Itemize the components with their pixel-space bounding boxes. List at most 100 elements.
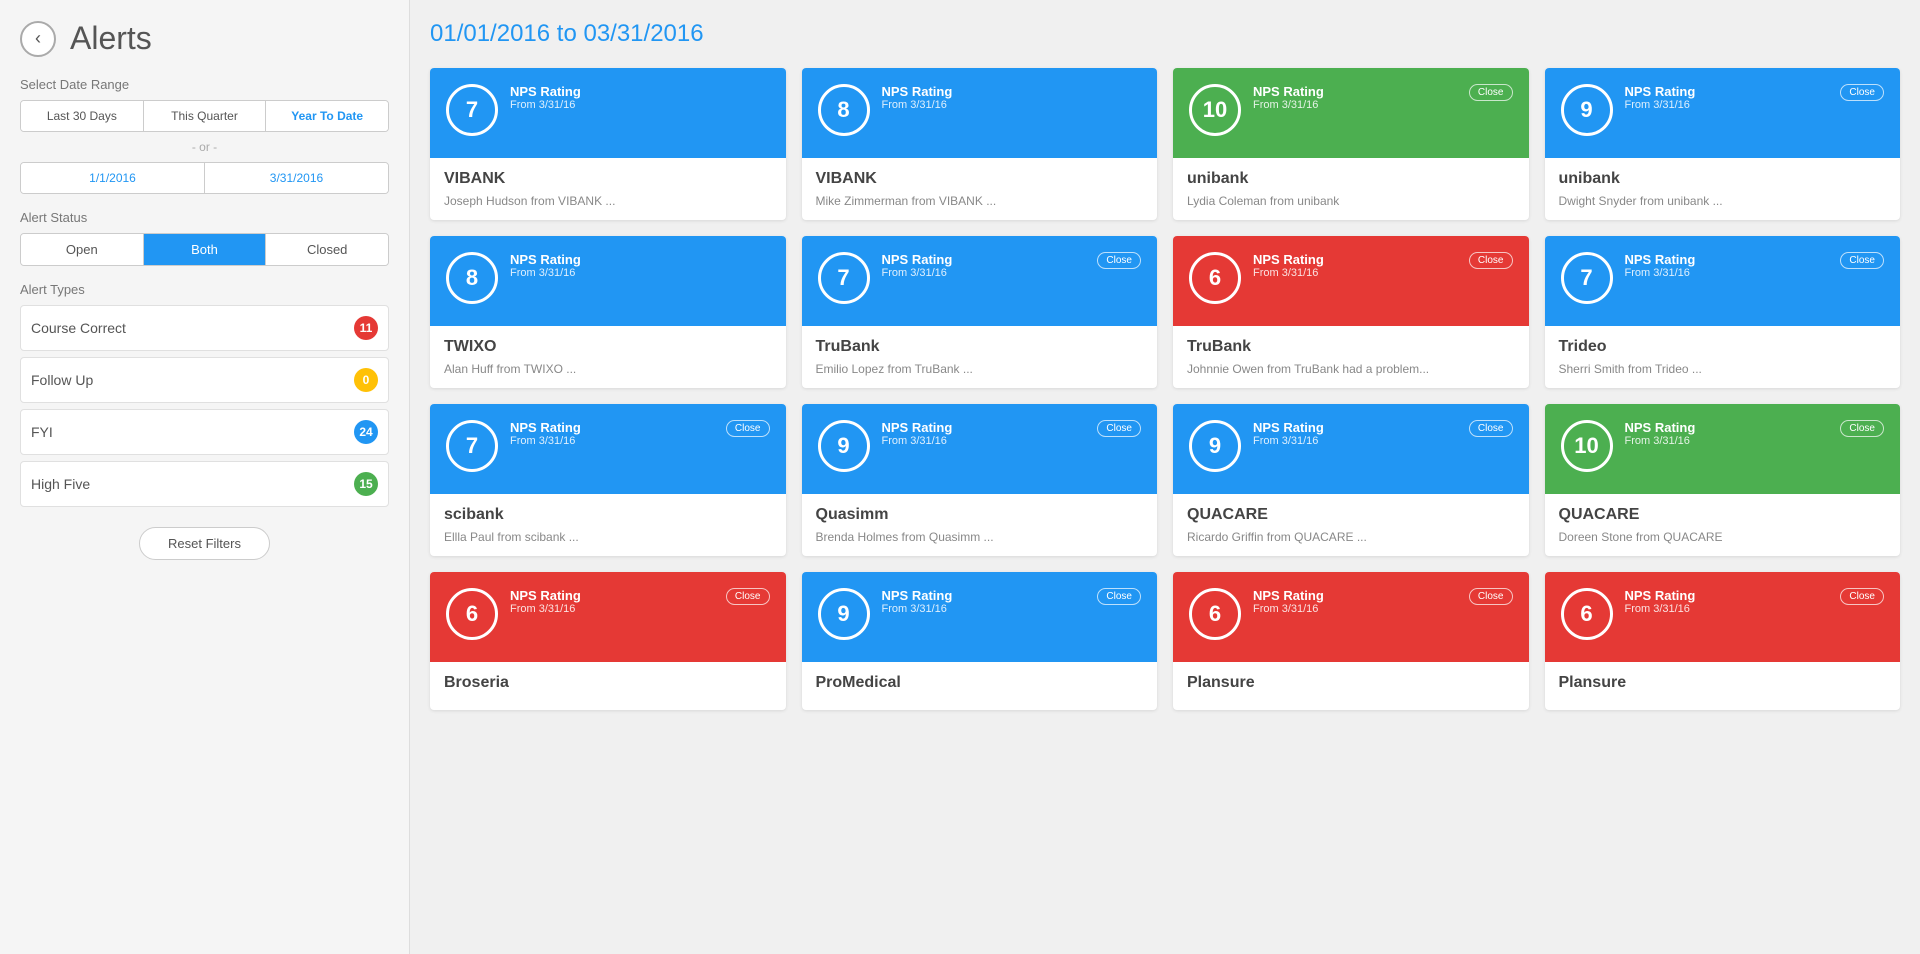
alert-card[interactable]: 6 NPS Rating From 3/31/16 Close Plansure — [1173, 572, 1529, 710]
alert-card[interactable]: 7 NPS Rating From 3/31/16 Close TruBank … — [802, 236, 1158, 388]
card-header: 8 NPS Rating From 3/31/16 — [802, 68, 1158, 158]
alert-card[interactable]: 9 NPS Rating From 3/31/16 Close unibank … — [1545, 68, 1901, 220]
nps-score: 9 — [1189, 420, 1241, 472]
alert-card[interactable]: 7 NPS Rating From 3/31/16 Close scibank … — [430, 404, 786, 556]
close-pill[interactable]: Close — [726, 588, 770, 605]
date-end-input[interactable] — [205, 163, 388, 193]
close-pill[interactable]: Close — [1097, 420, 1141, 437]
alert-card[interactable]: 8 NPS Rating From 3/31/16 TWIXO Alan Huf… — [430, 236, 786, 388]
alert-type-name: FYI — [31, 424, 53, 440]
alert-type-badge: 0 — [354, 368, 378, 392]
card-body: scibank Ellla Paul from scibank ... — [430, 494, 786, 556]
nps-date-text: From 3/31/16 — [1253, 603, 1469, 615]
alert-card[interactable]: 9 NPS Rating From 3/31/16 Close ProMedic… — [802, 572, 1158, 710]
card-company: VIBANK — [444, 170, 772, 188]
nps-date-text: From 3/31/16 — [1253, 267, 1469, 279]
close-pill[interactable]: Close — [1840, 252, 1884, 269]
close-pill[interactable]: Close — [1469, 420, 1513, 437]
nps-rating-text: NPS Rating — [1253, 420, 1469, 435]
alert-type-badge: 15 — [354, 472, 378, 496]
card-body: VIBANK Joseph Hudson from VIBANK ... — [430, 158, 786, 220]
card-body: TruBank Johnnie Owen from TruBank had a … — [1173, 326, 1529, 388]
reset-filters-button[interactable]: Reset Filters — [139, 527, 270, 560]
alert-type-high-five[interactable]: High Five 15 — [20, 461, 389, 507]
nps-info: NPS Rating From 3/31/16 — [882, 84, 1142, 111]
card-body: TruBank Emilio Lopez from TruBank ... — [802, 326, 1158, 388]
nps-score: 10 — [1561, 420, 1613, 472]
alert-card[interactable]: 7 NPS Rating From 3/31/16 Close Trideo S… — [1545, 236, 1901, 388]
nps-date-text: From 3/31/16 — [510, 267, 770, 279]
card-body: Quasimm Brenda Holmes from Quasimm ... — [802, 494, 1158, 556]
card-header: 7 NPS Rating From 3/31/16 Close — [802, 236, 1158, 326]
close-pill[interactable]: Close — [1840, 420, 1884, 437]
close-pill[interactable]: Close — [1840, 588, 1884, 605]
date-yeartodate-button[interactable]: Year To Date — [266, 101, 388, 131]
alert-card[interactable]: 7 NPS Rating From 3/31/16 VIBANK Joseph … — [430, 68, 786, 220]
close-pill[interactable]: Close — [1097, 588, 1141, 605]
alert-card[interactable]: 6 NPS Rating From 3/31/16 Close Plansure — [1545, 572, 1901, 710]
status-closed-button[interactable]: Closed — [266, 234, 388, 265]
alert-type-name: Course Correct — [31, 320, 126, 336]
nps-info: NPS Rating From 3/31/16 — [1625, 84, 1841, 111]
nps-info: NPS Rating From 3/31/16 — [510, 252, 770, 279]
card-body: unibank Lydia Coleman from unibank — [1173, 158, 1529, 220]
close-pill[interactable]: Close — [1469, 588, 1513, 605]
nps-rating-text: NPS Rating — [882, 420, 1098, 435]
date-last30-button[interactable]: Last 30 Days — [21, 101, 144, 131]
nps-date-text: From 3/31/16 — [1625, 267, 1841, 279]
card-company: Plansure — [1559, 674, 1887, 692]
date-thisquarter-button[interactable]: This Quarter — [144, 101, 267, 131]
close-pill[interactable]: Close — [1840, 84, 1884, 101]
card-description: Brenda Holmes from Quasimm ... — [816, 530, 1144, 544]
status-both-button[interactable]: Both — [144, 234, 267, 265]
card-header: 9 NPS Rating From 3/31/16 Close — [1545, 68, 1901, 158]
nps-score: 8 — [818, 84, 870, 136]
nps-date-text: From 3/31/16 — [882, 267, 1098, 279]
card-company: Plansure — [1187, 674, 1515, 692]
nps-date-text: From 3/31/16 — [1625, 99, 1841, 111]
nps-info: NPS Rating From 3/31/16 — [1253, 252, 1469, 279]
card-header: 6 NPS Rating From 3/31/16 Close — [1173, 236, 1529, 326]
alert-type-fyi[interactable]: FYI 24 — [20, 409, 389, 455]
alert-card[interactable]: 10 NPS Rating From 3/31/16 Close QUACARE… — [1545, 404, 1901, 556]
close-pill[interactable]: Close — [1469, 84, 1513, 101]
card-company: unibank — [1559, 170, 1887, 188]
card-header: 6 NPS Rating From 3/31/16 Close — [1545, 572, 1901, 662]
alert-card[interactable]: 6 NPS Rating From 3/31/16 Close TruBank … — [1173, 236, 1529, 388]
alert-type-follow-up[interactable]: Follow Up 0 — [20, 357, 389, 403]
card-company: unibank — [1187, 170, 1515, 188]
alert-type-badge: 11 — [354, 316, 378, 340]
alert-card[interactable]: 10 NPS Rating From 3/31/16 Close unibank… — [1173, 68, 1529, 220]
alert-card[interactable]: 9 NPS Rating From 3/31/16 Close QUACARE … — [1173, 404, 1529, 556]
card-company: ProMedical — [816, 674, 1144, 692]
nps-rating-text: NPS Rating — [882, 84, 1142, 99]
date-start-input[interactable] — [21, 163, 205, 193]
nps-rating-text: NPS Rating — [1253, 252, 1469, 267]
nps-info: NPS Rating From 3/31/16 — [1625, 420, 1841, 447]
alert-card[interactable]: 9 NPS Rating From 3/31/16 Close Quasimm … — [802, 404, 1158, 556]
card-company: TWIXO — [444, 338, 772, 356]
card-description: Mike Zimmerman from VIBANK ... — [816, 194, 1144, 208]
card-body: VIBANK Mike Zimmerman from VIBANK ... — [802, 158, 1158, 220]
card-company: TruBank — [1187, 338, 1515, 356]
close-pill[interactable]: Close — [1097, 252, 1141, 269]
alert-card[interactable]: 8 NPS Rating From 3/31/16 VIBANK Mike Zi… — [802, 68, 1158, 220]
card-description: Lydia Coleman from unibank — [1187, 194, 1515, 208]
alert-card[interactable]: 6 NPS Rating From 3/31/16 Close Broseria — [430, 572, 786, 710]
nps-rating-text: NPS Rating — [882, 588, 1098, 603]
card-body: QUACARE Ricardo Griffin from QUACARE ... — [1173, 494, 1529, 556]
nps-rating-text: NPS Rating — [510, 84, 770, 99]
nps-date-text: From 3/31/16 — [1625, 435, 1841, 447]
card-body: TWIXO Alan Huff from TWIXO ... — [430, 326, 786, 388]
card-header: 10 NPS Rating From 3/31/16 Close — [1545, 404, 1901, 494]
card-header: 7 NPS Rating From 3/31/16 — [430, 68, 786, 158]
status-open-button[interactable]: Open — [21, 234, 144, 265]
nps-info: NPS Rating From 3/31/16 — [882, 420, 1098, 447]
card-header: 6 NPS Rating From 3/31/16 Close — [1173, 572, 1529, 662]
alert-type-name: High Five — [31, 476, 90, 492]
back-button[interactable]: ‹ — [20, 21, 56, 57]
card-description: Ellla Paul from scibank ... — [444, 530, 772, 544]
close-pill[interactable]: Close — [726, 420, 770, 437]
alert-type-course-correct[interactable]: Course Correct 11 — [20, 305, 389, 351]
close-pill[interactable]: Close — [1469, 252, 1513, 269]
